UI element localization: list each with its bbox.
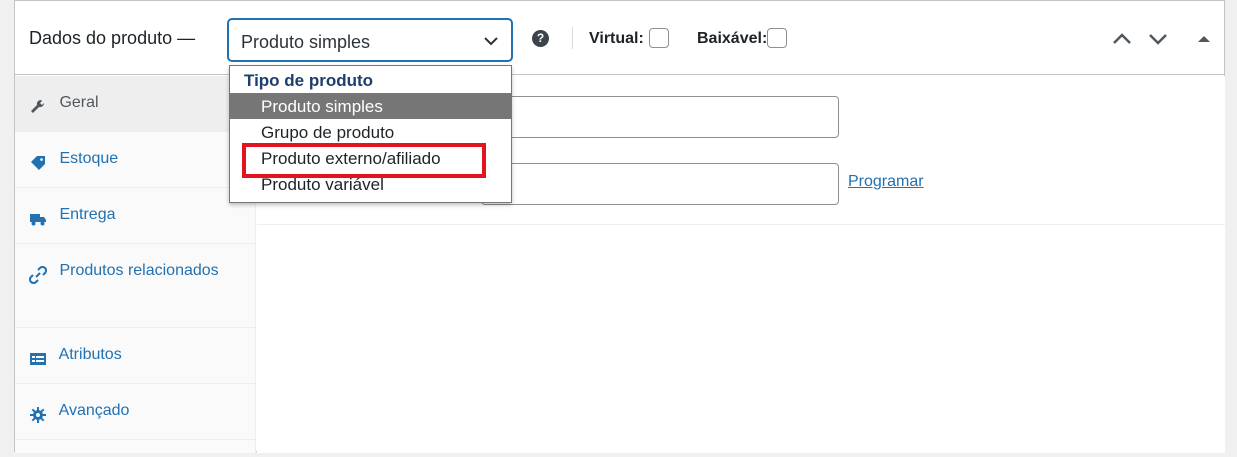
panel-title: Dados do produto — [29, 28, 196, 48]
move-down-icon[interactable] [1147, 31, 1169, 47]
tab-label: Geral [59, 94, 99, 111]
tag-icon [31, 156, 45, 170]
option-produto-variavel[interactable]: Produto variável [230, 171, 511, 197]
tab-avancado[interactable]: Avançado [15, 384, 255, 440]
tab-produtos-relacionados[interactable]: Produtos relacionados [15, 244, 255, 328]
product-data-panel: Dados do produto — Produto simples ? Vir… [14, 0, 1225, 453]
tab-label: Entrega [59, 206, 116, 223]
link-icon [29, 266, 47, 284]
tab-atributos[interactable]: Atributos [15, 328, 255, 384]
product-type-select[interactable]: Produto simples [228, 19, 512, 61]
product-type-dropdown: Tipo de produto Produto simples Grupo de… [229, 65, 512, 203]
collapse-toggle-icon[interactable] [1193, 31, 1215, 47]
downloadable-checkbox[interactable] [767, 28, 787, 48]
virtual-label: Virtual: [589, 30, 644, 47]
move-up-icon[interactable] [1111, 31, 1133, 47]
schedule-link[interactable]: Programar [848, 173, 924, 191]
panel-header: Dados do produto — Produto simples ? Vir… [15, 1, 1224, 75]
chevron-down-icon [484, 37, 498, 46]
tab-entrega[interactable]: Entrega [15, 188, 255, 244]
virtual-checkbox[interactable] [649, 28, 669, 48]
tab-label: Atributos [58, 346, 122, 363]
gear-icon [30, 407, 46, 423]
product-data-tabs: Geral Estoque Entrega Produtos relaciona… [15, 76, 256, 453]
option-produto-simples[interactable]: Produto simples [230, 93, 511, 119]
list-icon [30, 353, 46, 365]
help-icon[interactable]: ? [532, 30, 549, 47]
tab-geral[interactable]: Geral [15, 76, 255, 132]
sale-price-input[interactable] [481, 163, 839, 205]
option-produto-externo-afiliado[interactable]: Produto externo/afiliado [230, 145, 511, 171]
downloadable-label: Baixável: [697, 30, 768, 47]
wrench-icon [31, 99, 45, 113]
tab-label: Estoque [59, 150, 119, 167]
product-type-value: Produto simples [241, 32, 371, 52]
truck-icon [30, 214, 46, 226]
content-divider [257, 224, 1225, 225]
tab-estoque[interactable]: Estoque [15, 132, 255, 188]
tab-label: Avançado [58, 402, 130, 419]
header-divider [572, 27, 573, 49]
dropdown-group-label: Tipo de produto [244, 71, 374, 90]
option-grupo-de-produto[interactable]: Grupo de produto [230, 119, 511, 145]
tab-label: Produtos relacionados [59, 262, 219, 279]
regular-price-input[interactable] [481, 96, 839, 138]
